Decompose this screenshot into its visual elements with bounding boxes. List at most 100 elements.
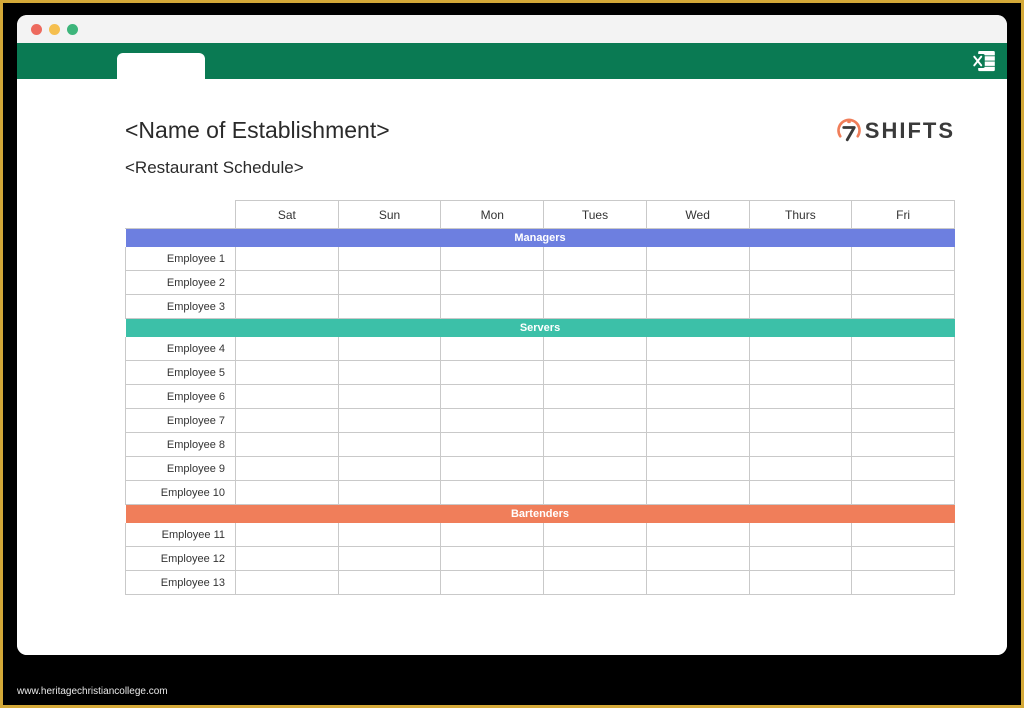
close-icon[interactable] <box>31 24 42 35</box>
shift-cell[interactable] <box>338 523 441 547</box>
shift-cell[interactable] <box>338 457 441 481</box>
shift-cell[interactable] <box>852 337 955 361</box>
employee-row: Employee 9 <box>126 457 955 481</box>
shift-cell[interactable] <box>236 361 339 385</box>
employee-name: Employee 13 <box>126 571 236 595</box>
shift-cell[interactable] <box>338 409 441 433</box>
shift-cell[interactable] <box>749 409 852 433</box>
shift-cell[interactable] <box>236 571 339 595</box>
shift-cell[interactable] <box>749 385 852 409</box>
shift-cell[interactable] <box>441 547 544 571</box>
shift-cell[interactable] <box>646 337 749 361</box>
shift-cell[interactable] <box>236 271 339 295</box>
shift-cell[interactable] <box>646 271 749 295</box>
shift-cell[interactable] <box>338 271 441 295</box>
shift-cell[interactable] <box>646 361 749 385</box>
shift-cell[interactable] <box>338 481 441 505</box>
shift-cell[interactable] <box>236 523 339 547</box>
shift-cell[interactable] <box>236 337 339 361</box>
shift-cell[interactable] <box>236 385 339 409</box>
shift-cell[interactable] <box>544 247 647 271</box>
shift-cell[interactable] <box>441 481 544 505</box>
shift-cell[interactable] <box>236 433 339 457</box>
shift-cell[interactable] <box>749 247 852 271</box>
shift-cell[interactable] <box>338 247 441 271</box>
shift-cell[interactable] <box>544 337 647 361</box>
shift-cell[interactable] <box>441 457 544 481</box>
shift-cell[interactable] <box>852 295 955 319</box>
shift-cell[interactable] <box>441 361 544 385</box>
shift-cell[interactable] <box>749 547 852 571</box>
shift-cell[interactable] <box>338 571 441 595</box>
shift-cell[interactable] <box>749 295 852 319</box>
shift-cell[interactable] <box>544 385 647 409</box>
shift-cell[interactable] <box>749 481 852 505</box>
shift-cell[interactable] <box>749 337 852 361</box>
shift-cell[interactable] <box>646 481 749 505</box>
shift-cell[interactable] <box>646 295 749 319</box>
shift-cell[interactable] <box>236 247 339 271</box>
shift-cell[interactable] <box>852 247 955 271</box>
shift-cell[interactable] <box>338 361 441 385</box>
zoom-icon[interactable] <box>67 24 78 35</box>
shift-cell[interactable] <box>544 361 647 385</box>
shift-cell[interactable] <box>852 523 955 547</box>
shift-cell[interactable] <box>441 385 544 409</box>
shift-cell[interactable] <box>749 571 852 595</box>
shift-cell[interactable] <box>749 457 852 481</box>
shift-cell[interactable] <box>236 295 339 319</box>
document-header: <Name of Establishment> <Restaurant Sche… <box>125 117 955 178</box>
ribbon-active-tab[interactable] <box>117 53 205 79</box>
shift-cell[interactable] <box>544 547 647 571</box>
sheet-area: <Name of Establishment> <Restaurant Sche… <box>17 79 1007 655</box>
shift-cell[interactable] <box>441 433 544 457</box>
shift-cell[interactable] <box>646 409 749 433</box>
shift-cell[interactable] <box>852 547 955 571</box>
shift-cell[interactable] <box>646 385 749 409</box>
shift-cell[interactable] <box>441 247 544 271</box>
shift-cell[interactable] <box>852 457 955 481</box>
shift-cell[interactable] <box>544 481 647 505</box>
shift-cell[interactable] <box>852 385 955 409</box>
shift-cell[interactable] <box>852 571 955 595</box>
shift-cell[interactable] <box>544 433 647 457</box>
shift-cell[interactable] <box>852 271 955 295</box>
shift-cell[interactable] <box>544 457 647 481</box>
shift-cell[interactable] <box>852 361 955 385</box>
shift-cell[interactable] <box>338 295 441 319</box>
shift-cell[interactable] <box>441 271 544 295</box>
shift-cell[interactable] <box>646 457 749 481</box>
shift-cell[interactable] <box>544 409 647 433</box>
shift-cell[interactable] <box>441 409 544 433</box>
shift-cell[interactable] <box>441 571 544 595</box>
shift-cell[interactable] <box>236 409 339 433</box>
shift-cell[interactable] <box>646 571 749 595</box>
shift-cell[interactable] <box>338 433 441 457</box>
shift-cell[interactable] <box>852 433 955 457</box>
shift-cell[interactable] <box>852 409 955 433</box>
brand-text: SHIFTS <box>865 118 955 144</box>
shift-cell[interactable] <box>441 337 544 361</box>
shift-cell[interactable] <box>852 481 955 505</box>
shift-cell[interactable] <box>646 247 749 271</box>
shift-cell[interactable] <box>646 433 749 457</box>
shift-cell[interactable] <box>646 547 749 571</box>
shift-cell[interactable] <box>338 385 441 409</box>
shift-cell[interactable] <box>544 295 647 319</box>
shift-cell[interactable] <box>236 547 339 571</box>
shift-cell[interactable] <box>441 523 544 547</box>
shift-cell[interactable] <box>236 457 339 481</box>
shift-cell[interactable] <box>749 433 852 457</box>
shift-cell[interactable] <box>749 361 852 385</box>
minimize-icon[interactable] <box>49 24 60 35</box>
shift-cell[interactable] <box>441 295 544 319</box>
shift-cell[interactable] <box>338 547 441 571</box>
shift-cell[interactable] <box>338 337 441 361</box>
shift-cell[interactable] <box>236 481 339 505</box>
shift-cell[interactable] <box>544 523 647 547</box>
shift-cell[interactable] <box>749 271 852 295</box>
shift-cell[interactable] <box>646 523 749 547</box>
shift-cell[interactable] <box>749 523 852 547</box>
shift-cell[interactable] <box>544 571 647 595</box>
shift-cell[interactable] <box>544 271 647 295</box>
